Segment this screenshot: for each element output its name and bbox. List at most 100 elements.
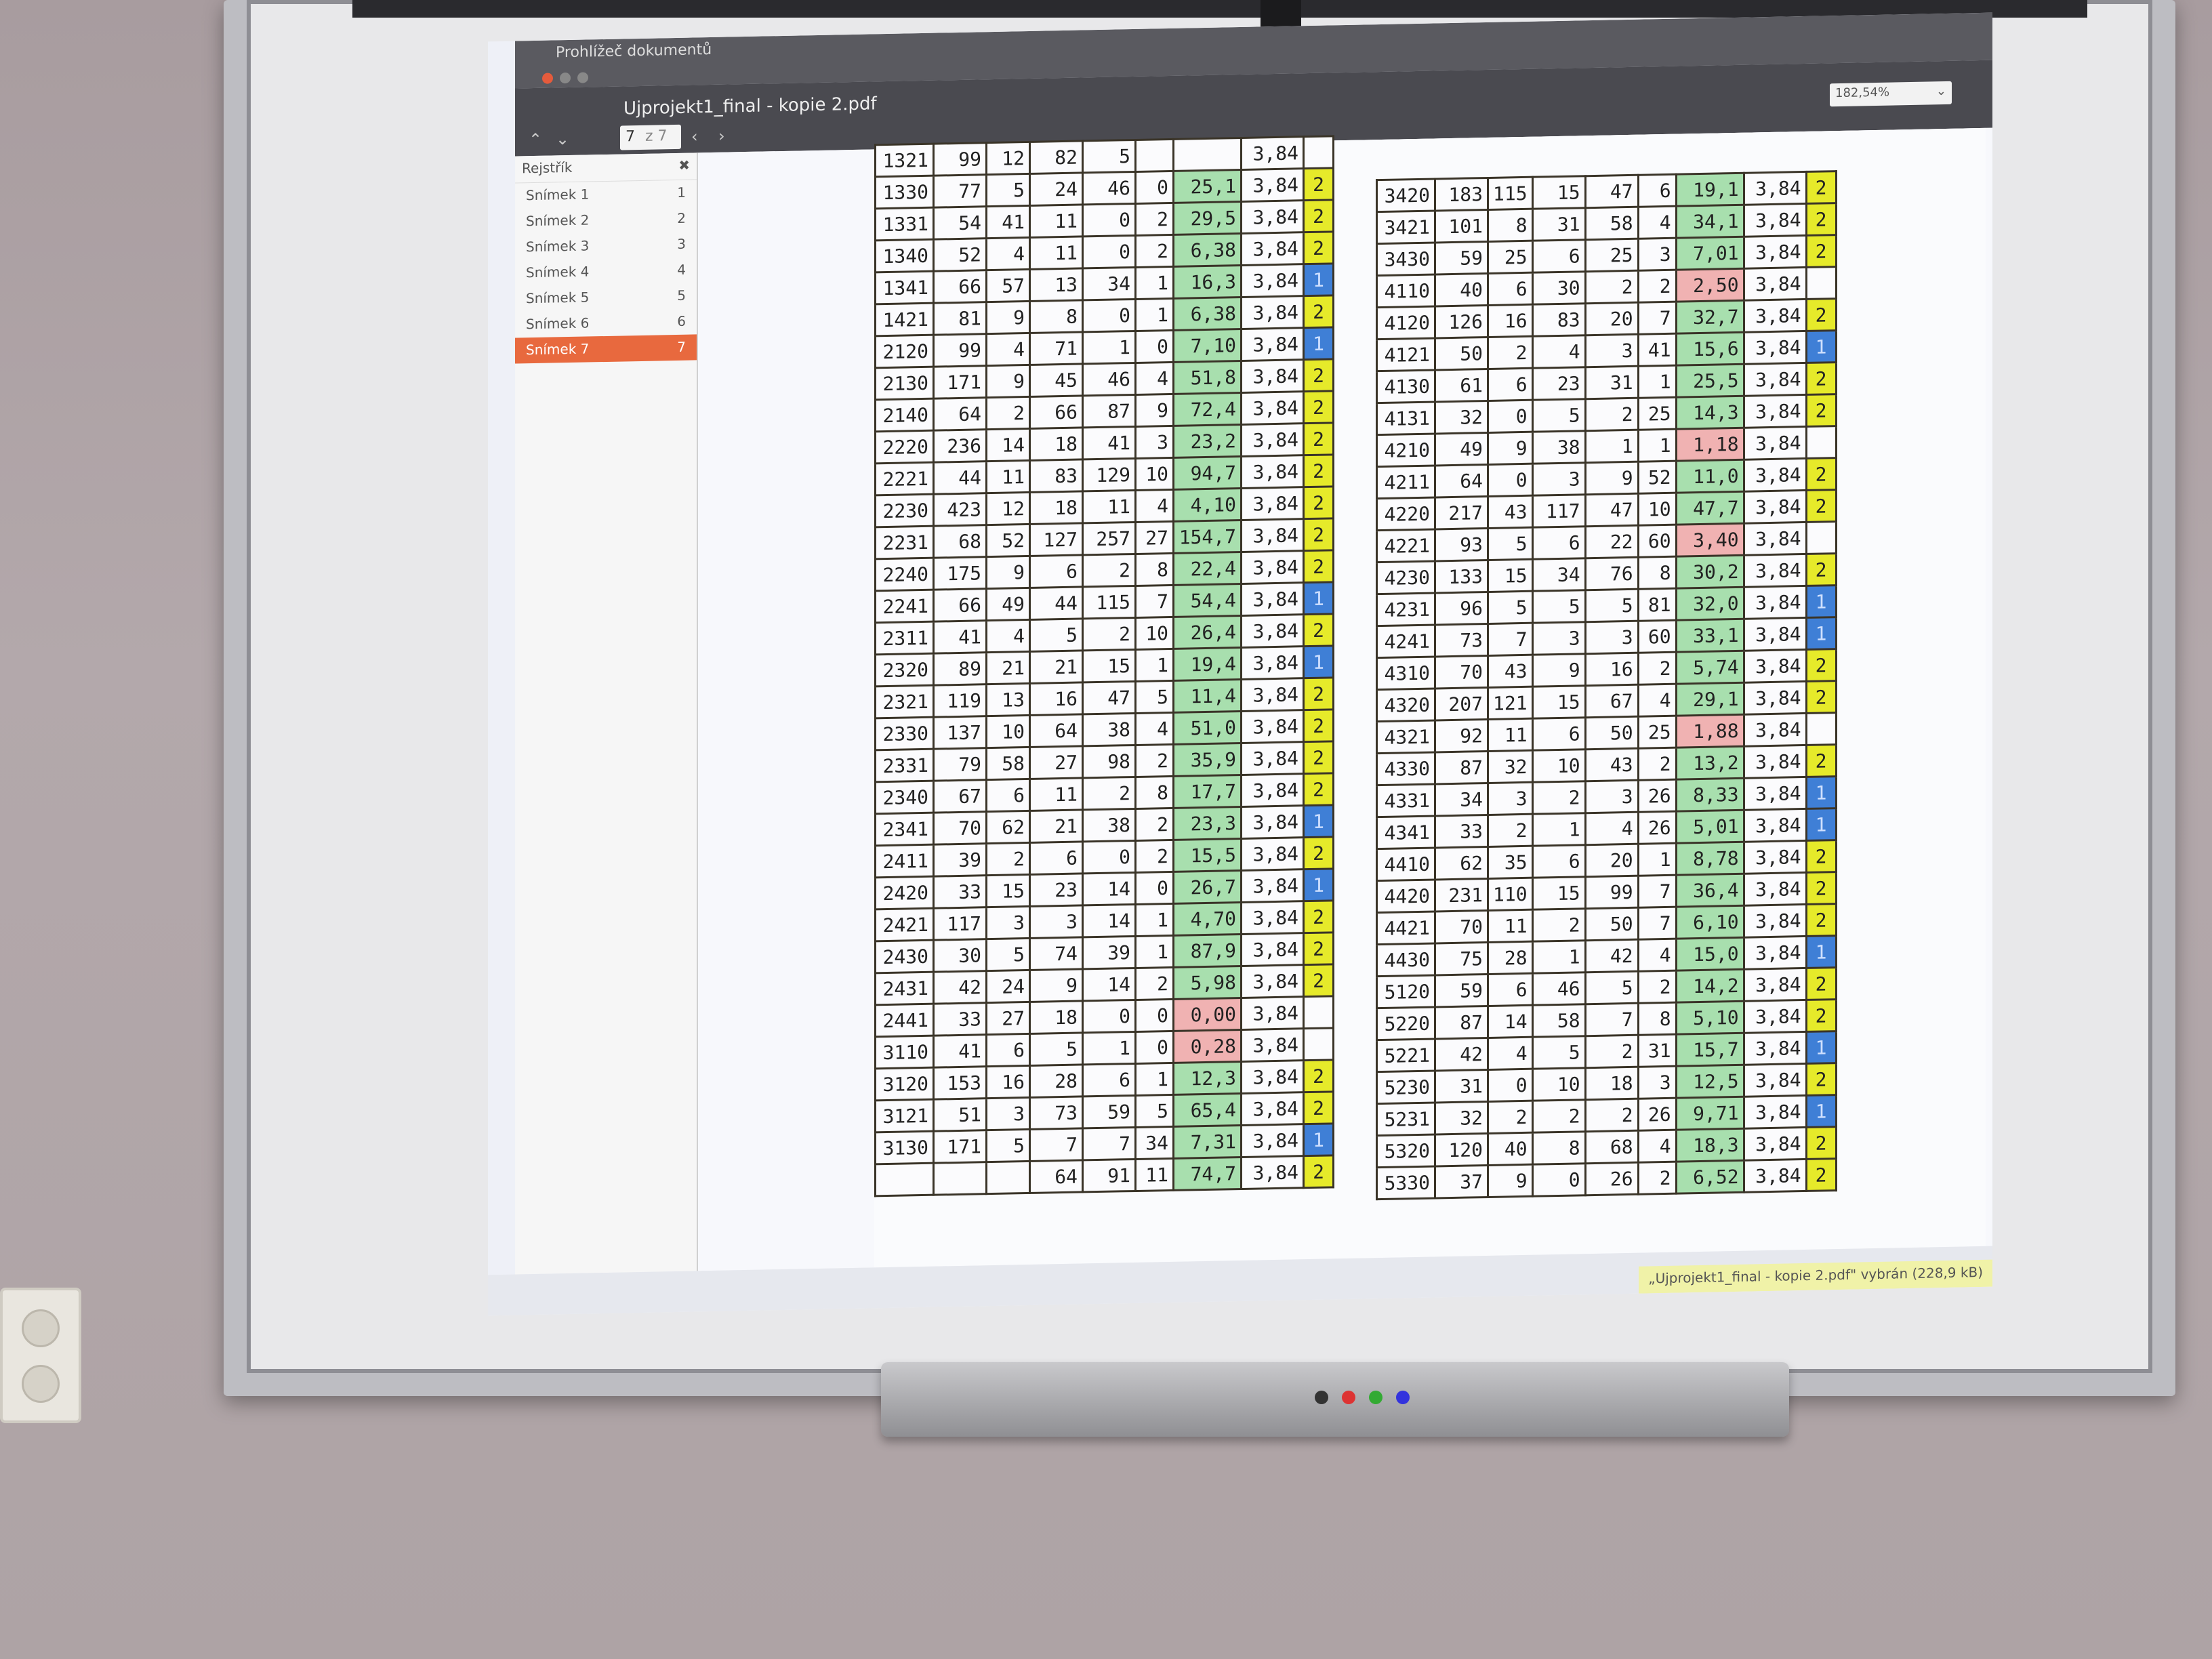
table-cell: 4 xyxy=(1638,206,1677,239)
table-cell: 51,8 xyxy=(1173,361,1242,394)
zoom-select[interactable]: 182,54% ⌄ xyxy=(1830,81,1952,107)
table-cell: 12,5 xyxy=(1676,1065,1744,1099)
table-cell: 15,6 xyxy=(1676,332,1744,366)
table-cell: 2 xyxy=(1638,1162,1677,1195)
table-cell: 11 xyxy=(1082,490,1136,523)
table-cell: 33 xyxy=(933,1002,987,1036)
table-cell: 2 xyxy=(1303,167,1334,201)
table-cell: 2 xyxy=(1135,840,1174,873)
table-cell: 2 xyxy=(1303,1155,1334,1188)
table-cell: 3,84 xyxy=(1241,1028,1304,1062)
table-cell: 11 xyxy=(1029,204,1083,238)
table-cell: 1 xyxy=(1303,1123,1334,1156)
table-cell: 3,84 xyxy=(1241,710,1304,743)
table-cell: 3,84 xyxy=(1241,773,1304,807)
table-cell: 171 xyxy=(933,1130,987,1164)
table-cell: 20 xyxy=(1585,302,1639,335)
app-name: Prohlížeč dokumentů xyxy=(556,41,712,62)
table-cell: 24 xyxy=(1029,172,1083,206)
table-cell: 35,9 xyxy=(1173,743,1242,777)
minimize-window-button[interactable] xyxy=(560,72,571,84)
table-cell: 47,7 xyxy=(1676,491,1744,525)
table-cell: 11 xyxy=(1488,909,1533,943)
pen-blue[interactable] xyxy=(1396,1391,1410,1404)
table-cell: 15 xyxy=(1532,685,1586,719)
table-cell: 5 xyxy=(986,938,1030,971)
table-cell: 1 xyxy=(1135,1063,1174,1096)
table-cell: 3,84 xyxy=(1241,359,1304,393)
table-cell: 3,84 xyxy=(1744,904,1807,938)
table-cell: 0 xyxy=(1135,171,1174,204)
table-cell: 4330 xyxy=(1376,752,1435,785)
table-cell: 41 xyxy=(1638,333,1677,367)
table-cell: 32 xyxy=(1435,401,1488,434)
table-cell: 3,84 xyxy=(1744,171,1807,205)
table-cell: 32,7 xyxy=(1676,300,1744,334)
table-cell: 3,84 xyxy=(1744,1000,1807,1033)
table-cell: 42 xyxy=(933,970,987,1004)
table-cell: 3,84 xyxy=(1241,933,1304,966)
table-cell: 2 xyxy=(1303,964,1334,997)
sidebar-item-slide-5[interactable]: Snímek 5 5 xyxy=(515,283,697,312)
table-cell: 66 xyxy=(933,270,987,304)
pen-green[interactable] xyxy=(1369,1391,1382,1404)
slide-label: Snímek 7 xyxy=(526,340,590,359)
table-cell: 89 xyxy=(933,652,987,686)
table-cell: 12 xyxy=(986,492,1030,525)
table-cell: 4 xyxy=(986,333,1030,366)
table-cell: 43 xyxy=(1585,748,1639,781)
next-page-icon[interactable]: ⌄ xyxy=(556,129,569,148)
sidebar-item-slide-3[interactable]: Snímek 3 3 xyxy=(515,231,697,260)
table-cell: 32,0 xyxy=(1676,587,1744,621)
table-cell: 15,7 xyxy=(1676,1033,1744,1067)
table-cell: 0 xyxy=(1082,1000,1136,1033)
close-sidebar-icon[interactable]: ✖ xyxy=(678,157,690,176)
forward-arrow-icon[interactable]: › xyxy=(718,127,725,146)
table-cell: 5320 xyxy=(1376,1134,1435,1168)
pen-red[interactable] xyxy=(1342,1391,1355,1404)
table-cell: 5 xyxy=(1585,589,1639,622)
page-number-input[interactable]: 7 z 7 xyxy=(620,124,681,150)
sidebar-item-slide-7[interactable]: Snímek 7 7 xyxy=(515,334,697,364)
table-cell: 2420 xyxy=(875,876,934,909)
table-cell: 3,84 xyxy=(1241,518,1304,552)
table-cell: 41 xyxy=(933,1034,987,1068)
table-cell: 21 xyxy=(1029,809,1083,843)
table-cell: 22 xyxy=(1585,525,1639,558)
table-cell: 5 xyxy=(986,1129,1030,1162)
table-cell: 3,84 xyxy=(1744,586,1807,619)
pen-black[interactable] xyxy=(1315,1391,1328,1404)
close-window-button[interactable] xyxy=(542,73,553,84)
table-cell: 3,84 xyxy=(1241,455,1304,489)
table-cell: 2 xyxy=(1806,234,1837,268)
table-cell: 3,84 xyxy=(1744,490,1807,524)
back-arrow-icon[interactable]: ‹ xyxy=(691,127,698,146)
table-cell: 1 xyxy=(1806,1094,1837,1128)
previous-page-icon[interactable]: ⌃ xyxy=(529,130,542,149)
board-top-bezel xyxy=(352,0,2087,18)
table-cell: 33 xyxy=(933,875,987,909)
table-cell: 3,84 xyxy=(1241,996,1304,1030)
table-cell: 7 xyxy=(1082,1127,1136,1160)
table-cell: 8 xyxy=(1638,1002,1677,1036)
table-cell: 71 xyxy=(1029,331,1083,365)
maximize-window-button[interactable] xyxy=(577,72,588,83)
table-cell: 2421 xyxy=(875,908,934,941)
table-cell: 18 xyxy=(1029,427,1083,461)
table-cell: 93 xyxy=(1435,528,1488,561)
table-cell: 3130 xyxy=(875,1131,934,1164)
table-cell: 50 xyxy=(1585,716,1639,750)
table-cell: 1 xyxy=(1806,330,1837,363)
table-cell: 3 xyxy=(1532,462,1586,496)
table-cell: 4131 xyxy=(1376,401,1435,435)
sidebar-item-slide-2[interactable]: Snímek 2 2 xyxy=(515,205,697,234)
table-cell: 61 xyxy=(1435,369,1488,402)
table-cell: 115 xyxy=(1082,586,1136,619)
sidebar-item-slide-6[interactable]: Snímek 6 6 xyxy=(515,308,697,337)
sidebar-item-slide-4[interactable]: Snímek 4 4 xyxy=(515,257,697,286)
table-cell: 7 xyxy=(1029,1128,1083,1162)
table-cell: 87 xyxy=(1435,1006,1488,1039)
sidebar-item-slide-1[interactable]: Snímek 1 1 xyxy=(515,180,697,209)
table-cell: 8 xyxy=(1029,300,1083,333)
table-cell: 1321 xyxy=(875,144,934,177)
